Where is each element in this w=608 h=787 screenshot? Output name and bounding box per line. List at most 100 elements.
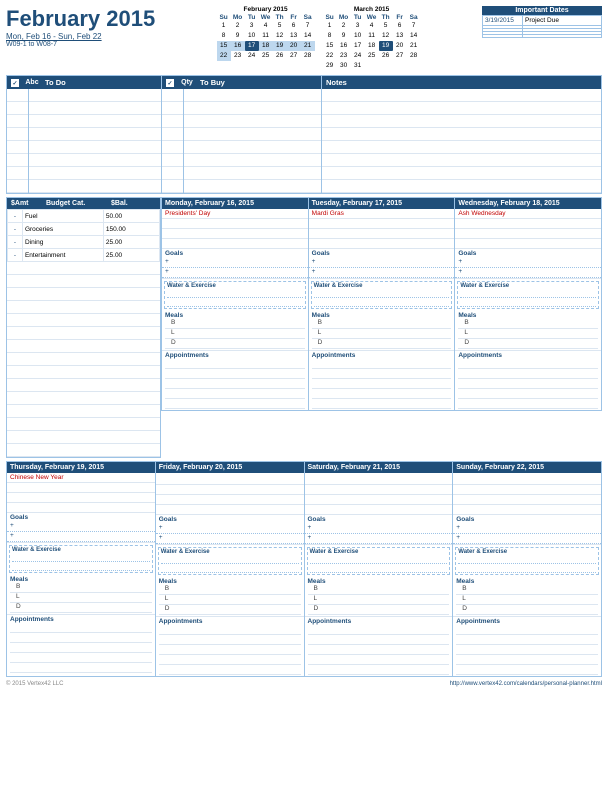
sign-4: - xyxy=(8,249,23,262)
feb-d20: 20 xyxy=(287,41,301,51)
budget-row-4: - Entertainment 25.00 xyxy=(8,249,160,262)
mini-calendars: February 2015 Su Mo Tu We Th Fr Sa 1 2 3… xyxy=(217,6,421,71)
thu-header: Th xyxy=(273,14,287,21)
wednesday-appts: Appointments xyxy=(455,351,601,410)
monday-goals: + + xyxy=(162,258,308,279)
sunday-header: Sunday, February 22, 2015 xyxy=(453,462,601,473)
tuesday-meals-label: Meals xyxy=(312,312,452,319)
friday-holiday xyxy=(156,473,304,485)
abc-label: Abc xyxy=(21,79,43,86)
feb-d12: 12 xyxy=(273,31,287,41)
thursday-col: Thursday, February 19, 2015 Chinese New … xyxy=(6,461,156,677)
sunday-water: Water & Exercise xyxy=(455,547,599,575)
saturday-appts: Appointments xyxy=(305,617,453,676)
sunday-goals: + + xyxy=(453,524,601,545)
todo-block: ✓ Abc To Do xyxy=(7,76,162,193)
sunday-appt-label: Appointments xyxy=(456,618,598,625)
feb-d16: 16 xyxy=(231,41,245,51)
saturday-meals-label: Meals xyxy=(308,578,450,585)
feb-d2: 2 xyxy=(231,21,245,31)
friday-appts: Appointments xyxy=(156,617,304,676)
page: February 2015 Mon, Feb 16 - Sun, Feb 22 … xyxy=(0,0,608,787)
main-title: February 2015 xyxy=(6,6,155,32)
thursday-holiday: Chinese New Year xyxy=(7,473,155,483)
top-section: ✓ Abc To Do xyxy=(6,75,602,194)
wednesday-appt-label: Appointments xyxy=(458,352,598,359)
header: February 2015 Mon, Feb 16 - Sun, Feb 22 … xyxy=(6,6,602,71)
monday-appt-label: Appointments xyxy=(165,352,305,359)
week-code: W09-1 to W08-7 xyxy=(6,41,155,48)
bal-1: 50.00 xyxy=(103,210,159,223)
budget-row-3: - Dining 25.00 xyxy=(8,236,160,249)
feb-d22: 22 xyxy=(217,51,231,61)
event-1: Project Due xyxy=(522,16,601,26)
feb-d1: 1 xyxy=(217,21,231,31)
top-daily-section: Monday, February 16, 2015 Presidents' Da… xyxy=(161,197,602,458)
tuesday-meals: Meals B L D xyxy=(309,311,455,351)
tobuy-header: ✓ Qty To Buy xyxy=(162,76,321,89)
todo-checkbox-icon: ✓ xyxy=(11,79,19,87)
week-range: Mon, Feb 16 - Sun, Feb 22 xyxy=(6,32,155,41)
feb-d8: 8 xyxy=(217,31,231,41)
monday-col: Monday, February 16, 2015 Presidents' Da… xyxy=(161,197,309,411)
tobuy-label: To Buy xyxy=(200,78,225,87)
feb-d5: 5 xyxy=(273,21,287,31)
sunday-holiday xyxy=(453,473,601,485)
saturday-col: Saturday, February 21, 2015 Goals + + Wa… xyxy=(305,461,454,677)
sunday-col: Sunday, February 22, 2015 Goals + + Wate… xyxy=(453,461,602,677)
budget-amt-header: $Amt xyxy=(11,200,46,207)
mon-header: Mo xyxy=(231,14,245,21)
monday-goals-label: Goals xyxy=(162,249,308,258)
saturday-appt-label: Appointments xyxy=(308,618,450,625)
feb-d10: 10 xyxy=(245,31,259,41)
thursday-events xyxy=(7,483,155,513)
wednesday-water: Water & Exercise xyxy=(457,281,599,309)
todo-label: To Do xyxy=(45,78,66,87)
feb-d6: 6 xyxy=(287,21,301,31)
sunday-meals-label: Meals xyxy=(456,578,598,585)
friday-col: Friday, February 20, 2015 Goals + + Wate… xyxy=(156,461,305,677)
budget-table: - Fuel 50.00 - Groceries 150.00 - Dining… xyxy=(7,209,160,262)
saturday-holiday xyxy=(305,473,453,485)
monday-header: Monday, February 16, 2015 xyxy=(162,198,308,209)
friday-events xyxy=(156,485,304,515)
bottom-section: Thursday, February 19, 2015 Chinese New … xyxy=(6,461,602,677)
top-daily-row: Monday, February 16, 2015 Presidents' Da… xyxy=(161,197,602,411)
feb-d14: 14 xyxy=(301,31,315,41)
friday-goals-label: Goals xyxy=(156,515,304,524)
mar-cal-title: March 2015 xyxy=(323,6,421,13)
sign-3: - xyxy=(8,236,23,249)
friday-meals-label: Meals xyxy=(159,578,301,585)
wed-header: We xyxy=(259,14,273,21)
sunday-goals-label: Goals xyxy=(453,515,601,524)
monday-events xyxy=(162,219,308,249)
important-dates: Important Dates 3/19/2015 Project Due xyxy=(482,6,602,71)
tobuy-text-col xyxy=(184,89,321,193)
friday-meals: Meals B L D xyxy=(156,577,304,617)
fri-header: Fr xyxy=(287,14,301,21)
budget-row-1: - Fuel 50.00 xyxy=(8,210,160,223)
bottom-daily-row: Thursday, February 19, 2015 Chinese New … xyxy=(6,461,602,677)
wednesday-col: Wednesday, February 18, 2015 Ash Wednesd… xyxy=(455,197,602,411)
mar-cal-grid: Su Mo Tu We Th Fr Sa 1 2 3 4 5 6 7 8 9 1 xyxy=(323,14,421,71)
date-5 xyxy=(482,35,522,38)
feb-d23: 23 xyxy=(231,51,245,61)
feb-d19: 19 xyxy=(273,41,287,51)
important-dates-header: Important Dates xyxy=(482,6,602,15)
thursday-meals-label: Meals xyxy=(10,576,152,583)
saturday-water: Water & Exercise xyxy=(307,547,451,575)
wednesday-meals-label: Meals xyxy=(458,312,598,319)
tuesday-col: Tuesday, February 17, 2015 Mardi Gras Go… xyxy=(309,197,456,411)
thursday-appt-label: Appointments xyxy=(10,616,152,623)
budget-header: $Amt Budget Cat. $Bal. xyxy=(7,198,160,209)
todo-text-col xyxy=(29,89,161,193)
cat-4: Entertainment xyxy=(22,249,103,262)
important-date-row-5 xyxy=(482,35,601,38)
tuesday-appt-label: Appointments xyxy=(312,352,452,359)
cat-2: Groceries xyxy=(22,223,103,236)
saturday-events xyxy=(305,485,453,515)
bal-4: 25.00 xyxy=(103,249,159,262)
feb-d24: 24 xyxy=(245,51,259,61)
saturday-header: Saturday, February 21, 2015 xyxy=(305,462,453,473)
footer-url[interactable]: http://www.vertex42.com/calendars/person… xyxy=(450,681,602,687)
